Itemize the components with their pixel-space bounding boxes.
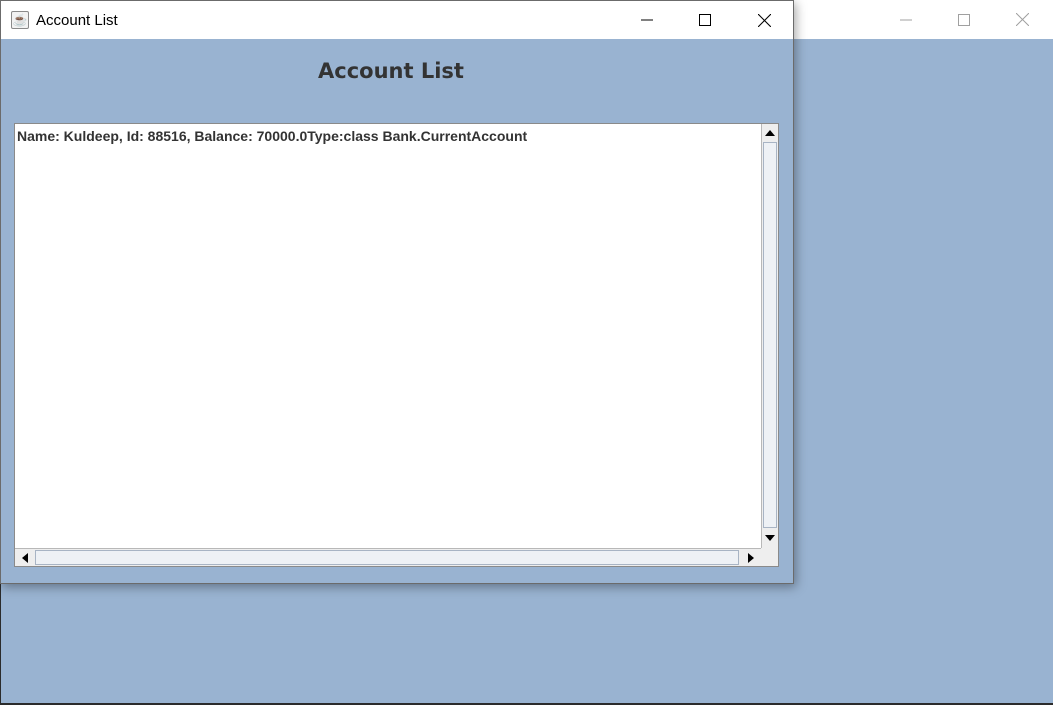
scrollbar-corner xyxy=(761,548,778,566)
scroll-up-button[interactable] xyxy=(762,124,778,141)
horizontal-scrollbar[interactable] xyxy=(15,548,761,566)
window-title: Account List xyxy=(36,12,118,29)
account-entry: Name: Kuldeep, Id: 88516, Balance: 70000… xyxy=(17,128,528,144)
arrow-up-icon xyxy=(765,129,775,136)
minimize-button[interactable] xyxy=(618,1,676,39)
close-icon xyxy=(1015,13,1029,26)
minimize-icon xyxy=(641,19,653,21)
scroll-right-button[interactable] xyxy=(741,549,760,566)
account-list-window: ☕ Account List Account List Name: Kuldee… xyxy=(0,0,794,584)
vertical-scrollbar[interactable] xyxy=(761,124,778,548)
arrow-down-icon xyxy=(765,534,775,541)
maximize-button[interactable] xyxy=(676,1,734,39)
arrow-right-icon xyxy=(747,552,754,563)
accounts-scroll-pane[interactable]: Name: Kuldeep, Id: 88516, Balance: 70000… xyxy=(14,123,779,567)
minimize-icon xyxy=(900,19,912,20)
horizontal-scroll-thumb[interactable] xyxy=(35,550,739,565)
vertical-scroll-thumb[interactable] xyxy=(763,142,777,528)
page-heading: Account List xyxy=(318,59,464,83)
maximize-icon xyxy=(958,13,970,26)
background-minimize-button[interactable] xyxy=(877,0,935,39)
close-button[interactable] xyxy=(735,1,793,39)
accounts-text-area[interactable]: Name: Kuldeep, Id: 88516, Balance: 70000… xyxy=(15,124,761,548)
java-coffee-icon: ☕ xyxy=(11,11,29,29)
maximize-icon xyxy=(699,14,711,26)
scroll-left-button[interactable] xyxy=(15,549,34,566)
background-maximize-button[interactable] xyxy=(935,0,993,39)
scroll-down-button[interactable] xyxy=(762,529,778,546)
window-titlebar[interactable]: ☕ Account List xyxy=(1,1,793,39)
arrow-left-icon xyxy=(21,552,28,563)
background-close-button[interactable] xyxy=(993,0,1051,39)
close-icon xyxy=(757,13,771,27)
